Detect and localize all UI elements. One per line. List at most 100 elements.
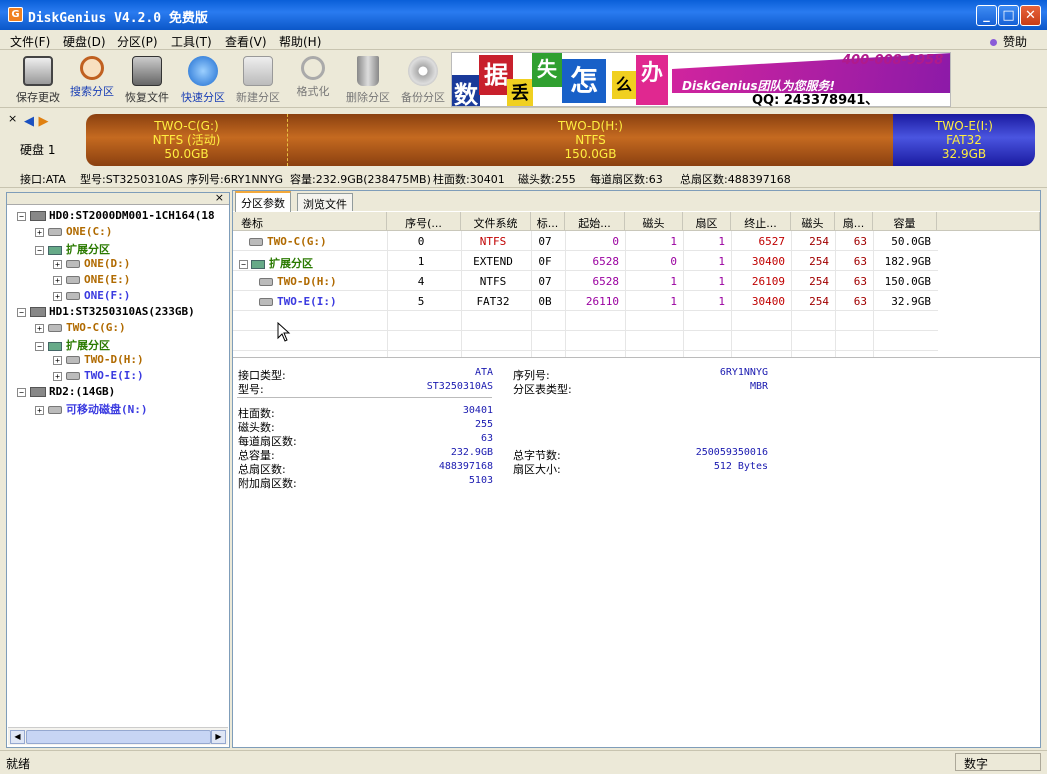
tree-node-disk[interactable]: − RD2:(14GB): [17, 385, 115, 398]
quick-partition-button[interactable]: 快速分区: [176, 54, 230, 106]
tree-node-partition[interactable]: + 可移动磁盘(N:): [35, 401, 148, 417]
disk-nav-arrows[interactable]: ◀ ▶: [24, 114, 49, 129]
donate-button[interactable]: 赞助: [989, 33, 1027, 50]
backup-partition-button[interactable]: 备份分区: [396, 54, 450, 106]
tree-node-disk[interactable]: − HD1:ST3250310AS(233GB): [17, 305, 195, 318]
tree-node-partition[interactable]: + TWO-C(G:): [35, 321, 126, 334]
arrow-left-icon[interactable]: ◀: [24, 114, 34, 129]
table-cell-sec2: 63: [853, 275, 867, 288]
maximize-button[interactable]: □: [998, 5, 1019, 26]
close-icon[interactable]: ×: [8, 112, 17, 125]
new-partition-button[interactable]: 新建分区: [231, 54, 285, 106]
tree-node-disk[interactable]: − HD0:ST2000DM001-1CH164(18: [17, 209, 215, 222]
table-row[interactable]: TWO-D(H:) 4 NTFS 07 6528 1 1 26109 254 63 150.0GB: [233, 271, 938, 291]
partition-icon: [48, 324, 62, 332]
column-header[interactable]: 磁头: [625, 212, 683, 231]
tree-node-partition[interactable]: + ONE(D:): [53, 257, 130, 270]
table-cell-id: 07: [538, 235, 552, 248]
tab-browse-files[interactable]: 浏览文件: [297, 193, 353, 211]
collapse-icon[interactable]: −: [35, 341, 44, 351]
partition-segment-c[interactable]: TWO-C(G:) NTFS (活动) 50.0GB: [86, 114, 287, 166]
column-header[interactable]: 磁头: [791, 212, 835, 231]
tree-node-partition[interactable]: + ONE(C:): [35, 225, 112, 238]
toolbar-label: 恢复文件: [125, 91, 169, 104]
expand-icon[interactable]: +: [35, 405, 44, 415]
expand-icon[interactable]: +: [53, 275, 62, 285]
banner-phone: 400-008-9958: [842, 53, 944, 68]
horizontal-scrollbar[interactable]: ◀ ▶: [8, 727, 228, 745]
collapse-icon[interactable]: −: [35, 245, 44, 255]
title-bar[interactable]: G DiskGenius V4.2.0 免费版 _ □ ✕: [0, 0, 1047, 30]
table-cell-end: 30400: [751, 295, 785, 308]
table-row[interactable]: TWO-C(G:) 0 NTFS 07 0 1 1 6527 254 63 50.0GB: [233, 231, 938, 251]
scroll-right-icon[interactable]: ▶: [211, 730, 226, 744]
tree-node-label: HD0:ST2000DM001-1CH164(18: [49, 209, 215, 222]
tree-node-partition[interactable]: − 扩展分区: [35, 337, 110, 353]
collapse-icon[interactable]: −: [17, 307, 26, 317]
advertising-banner[interactable]: 数 据 丢 失 怎 么 办 DiskGenius团队为您服务! 400-008-…: [451, 52, 951, 107]
partition-segment-e[interactable]: TWO-E(I:) FAT32 32.9GB: [893, 114, 1035, 166]
info-sectors-per-track: 每道扇区数:63: [590, 173, 663, 186]
column-header[interactable]: 扇...: [835, 212, 873, 231]
tab-partition-params[interactable]: 分区参数: [235, 191, 291, 212]
tree-node-partition[interactable]: + TWO-D(H:): [53, 353, 144, 366]
table-row[interactable]: TWO-E(I:) 5 FAT32 0B 26110 1 1 30400 254 63 32.9GB: [233, 291, 938, 311]
save-changes-button[interactable]: 保存更改: [11, 54, 65, 106]
menu-view[interactable]: 查看(V): [225, 33, 267, 50]
delete-partition-button[interactable]: 删除分区: [341, 54, 395, 106]
tree-node-partition[interactable]: + ONE(F:): [53, 289, 130, 302]
collapse-icon[interactable]: −: [239, 259, 248, 269]
menu-tools[interactable]: 工具(T): [171, 33, 212, 50]
quick-partition-icon: [188, 56, 218, 86]
table-row[interactable]: − 扩展分区 1 EXTEND 0F 6528 0 1 30400 254 63 182.9GB: [233, 251, 938, 271]
tree-node-partition[interactable]: + ONE(E:): [53, 273, 130, 286]
disk-info-line: 接口:ATA 型号:ST3250310AS 序列号:6RY1NNYG 容量:23…: [0, 168, 1047, 188]
scroll-thumb[interactable]: [26, 730, 211, 744]
table-cell-fs: NTFS: [479, 235, 507, 248]
menu-help[interactable]: 帮助(H): [279, 33, 321, 50]
close-button[interactable]: ✕: [1020, 5, 1041, 26]
expand-icon[interactable]: +: [53, 259, 62, 269]
row-label-cell: − 扩展分区: [239, 255, 313, 271]
tree-node-partition[interactable]: − 扩展分区: [35, 241, 110, 257]
detail-value: 232.9GB: [450, 447, 493, 458]
tree-node-label: TWO-D(H:): [84, 353, 144, 366]
scroll-left-icon[interactable]: ◀: [10, 730, 25, 744]
column-header[interactable]: 卷标: [233, 212, 387, 231]
menu-partition[interactable]: 分区(P): [117, 33, 158, 50]
expand-icon[interactable]: +: [53, 371, 62, 381]
tree-node-partition[interactable]: + TWO-E(I:): [53, 369, 144, 382]
banner-tile: 怎: [562, 59, 606, 103]
expand-icon[interactable]: +: [53, 355, 62, 365]
format-button[interactable]: 格式化: [286, 54, 340, 106]
partition-segment-d[interactable]: TWO-D(H:) NTFS 150.0GB: [287, 114, 893, 166]
table-cell-sec1: 1: [718, 295, 725, 308]
column-header[interactable]: 容量: [873, 212, 937, 231]
expand-icon[interactable]: +: [35, 323, 44, 333]
trash-icon: [357, 56, 379, 86]
minimize-icon: _: [983, 8, 990, 23]
donate-label: 赞助: [1002, 35, 1027, 49]
table-cell-head1: 1: [670, 235, 677, 248]
column-header[interactable]: 扇区: [683, 212, 731, 231]
column-header[interactable]: 终止...: [731, 212, 791, 231]
donate-icon: [989, 39, 997, 46]
menu-file[interactable]: 文件(F): [10, 33, 50, 50]
row-label-cell: TWO-E(I:): [259, 295, 337, 308]
column-header[interactable]: 文件系统: [461, 212, 531, 231]
collapse-icon[interactable]: −: [17, 211, 26, 221]
minimize-button[interactable]: _: [976, 5, 997, 26]
detail-label: 附加扇区数:: [238, 477, 297, 490]
column-header[interactable]: 标...: [531, 212, 565, 231]
expand-icon[interactable]: +: [35, 227, 44, 237]
arrow-right-icon[interactable]: ▶: [39, 114, 49, 129]
table-cell-fs: NTFS: [479, 275, 507, 288]
close-icon[interactable]: ×: [215, 191, 224, 204]
menu-disk[interactable]: 硬盘(D): [63, 33, 106, 50]
expand-icon[interactable]: +: [53, 291, 62, 301]
collapse-icon[interactable]: −: [17, 387, 26, 397]
recover-files-button[interactable]: 恢复文件: [120, 54, 174, 106]
column-header[interactable]: 起始...: [565, 212, 625, 231]
search-partition-button[interactable]: 搜索分区: [65, 54, 119, 106]
column-header[interactable]: 序号(...: [387, 212, 461, 231]
